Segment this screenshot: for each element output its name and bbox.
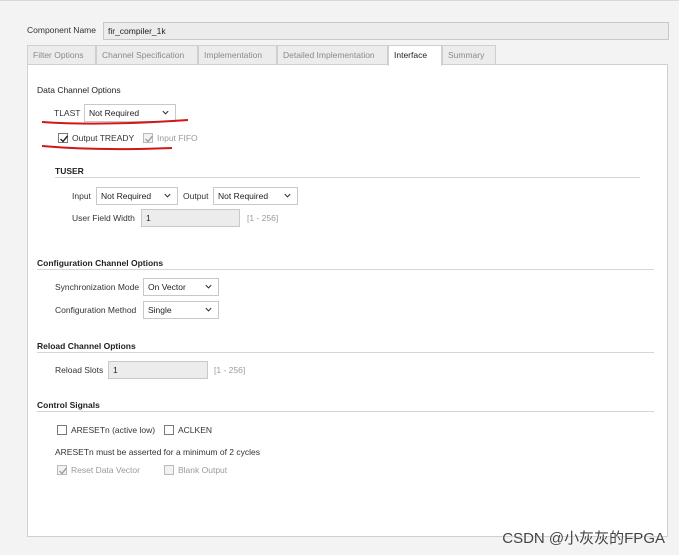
watermark-text: CSDN @小灰灰的FPGA xyxy=(502,530,665,547)
control-signals-heading: Control Signals xyxy=(37,400,100,410)
control-separator xyxy=(37,411,654,412)
tab-filter-options[interactable]: Filter Options xyxy=(27,45,96,65)
reload-slots-range: [1 - 256] xyxy=(214,365,246,375)
tab-detailed-implementation[interactable]: Detailed Implementation xyxy=(277,45,388,65)
reload-slots-label: Reload Slots xyxy=(55,365,104,375)
red-underline-tlast xyxy=(41,119,189,125)
tuser-separator xyxy=(55,177,640,178)
reload-separator xyxy=(37,352,654,353)
config-method-label: Configuration Method xyxy=(55,305,137,315)
user-field-width-label: User Field Width xyxy=(72,213,135,223)
tuser-input-value: Not Required xyxy=(101,191,152,201)
sync-mode-label: Synchronization Mode xyxy=(55,282,140,292)
tuser-input-select[interactable]: Not Required xyxy=(96,187,178,205)
reset-data-vector-checkbox[interactable] xyxy=(57,465,68,475)
chevron-down-icon xyxy=(164,193,171,198)
reset-data-vector-label: Reset Data Vector xyxy=(71,465,140,475)
sync-mode-select[interactable]: On Vector xyxy=(143,278,219,296)
top-border xyxy=(0,0,679,1)
aresetn-checkbox[interactable] xyxy=(57,425,67,435)
tuser-heading: TUSER xyxy=(55,166,84,176)
chevron-down-icon xyxy=(284,193,291,198)
tab-implementation[interactable]: Implementation xyxy=(198,45,277,65)
tuser-output-select[interactable]: Not Required xyxy=(213,187,298,205)
sync-mode-value: On Vector xyxy=(148,282,186,292)
blank-output-label: Blank Output xyxy=(178,465,228,475)
chevron-down-icon xyxy=(205,284,212,289)
component-name-label: Component Name xyxy=(27,25,96,35)
checkmark-icon xyxy=(59,467,68,475)
chevron-down-icon xyxy=(162,110,169,115)
aclken-label: ACLKEN xyxy=(178,425,213,435)
tuser-input-label: Input xyxy=(72,191,91,201)
tab-channel-specification[interactable]: Channel Specification xyxy=(96,45,198,65)
user-field-width-range: [1 - 256] xyxy=(247,213,279,223)
red-underline-tready xyxy=(41,145,173,151)
user-field-width-input[interactable]: 1 xyxy=(141,209,240,227)
reload-slots-input[interactable]: 1 xyxy=(108,361,208,379)
config-channel-heading: Configuration Channel Options xyxy=(37,258,164,268)
config-separator xyxy=(37,269,654,270)
tab-summary[interactable]: Summary xyxy=(442,45,496,65)
data-channel-heading: Data Channel Options xyxy=(37,85,121,95)
tab-interface[interactable]: Interface xyxy=(388,45,442,66)
config-method-select[interactable]: Single xyxy=(143,301,219,319)
tuser-output-value: Not Required xyxy=(218,191,269,201)
component-name-input[interactable]: fir_compiler_1k xyxy=(103,22,669,40)
chevron-down-icon xyxy=(205,307,212,312)
tuser-output-label: Output xyxy=(183,191,209,201)
blank-output-checkbox[interactable] xyxy=(164,465,174,475)
aresetn-note: ARESETn must be asserted for a minimum o… xyxy=(55,447,261,457)
aresetn-label: ARESETn (active low) xyxy=(71,425,156,435)
reload-channel-heading: Reload Channel Options xyxy=(37,341,136,351)
config-method-value: Single xyxy=(148,305,172,315)
aclken-checkbox[interactable] xyxy=(164,425,174,435)
